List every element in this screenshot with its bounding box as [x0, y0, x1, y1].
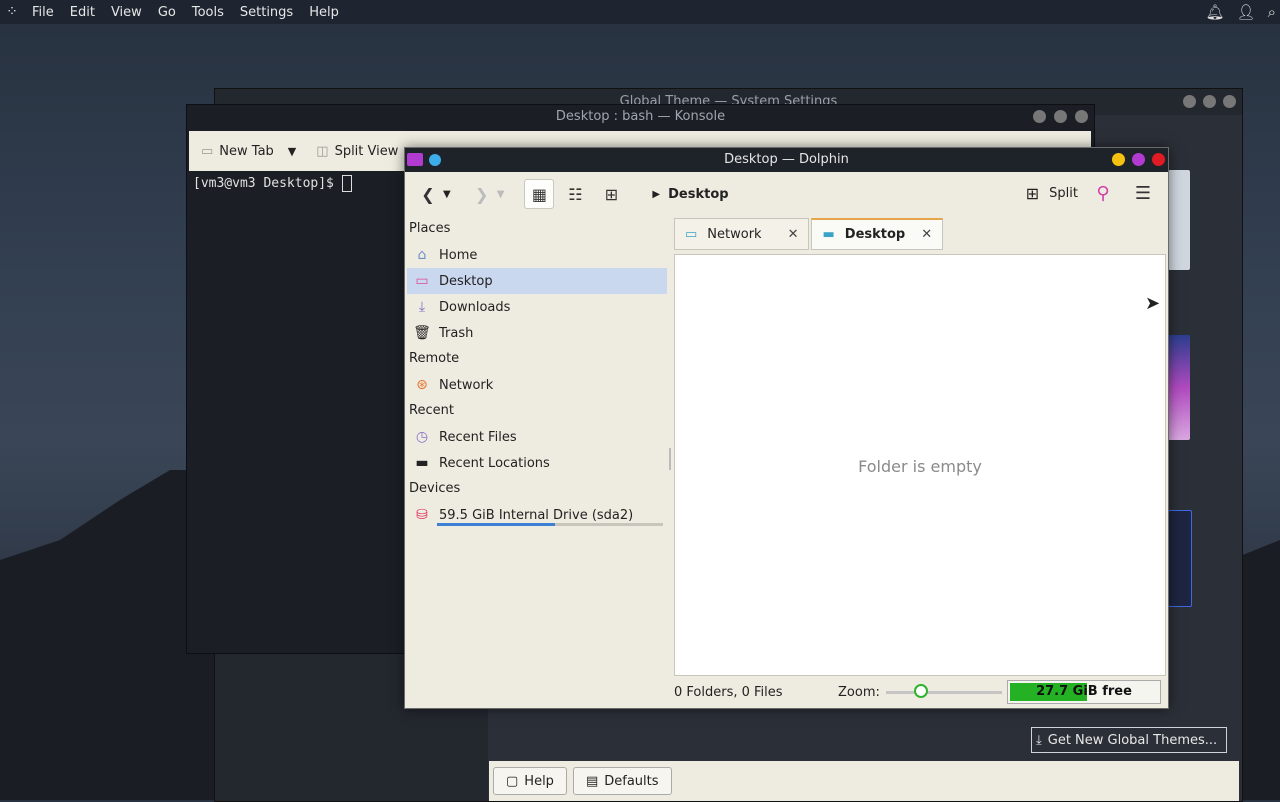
- folder-icon: ▬: [822, 227, 835, 242]
- clock-icon: ◷: [415, 429, 429, 445]
- dolphin-window: Desktop — Dolphin ❮ ▼ ❯ ▼ ▦ ☷ ⊞ ▶ Deskto…: [404, 147, 1169, 709]
- close-tab-icon[interactable]: ✕: [788, 227, 799, 242]
- forward-icon[interactable]: ❯: [467, 179, 497, 209]
- menu-tools[interactable]: Tools: [184, 5, 232, 20]
- drive-icon: ⛁: [416, 507, 428, 523]
- download-icon: ⤓: [1036, 732, 1042, 748]
- place-desktop[interactable]: ▭ Desktop: [407, 268, 667, 294]
- close-button[interactable]: [1075, 110, 1088, 123]
- dolphin-titlebar: Desktop — Dolphin: [405, 148, 1168, 172]
- minimize-button[interactable]: [1033, 110, 1046, 123]
- folder-summary: 0 Folders, 0 Files: [674, 684, 783, 700]
- icons-view-icon[interactable]: ▦: [524, 179, 555, 209]
- zoom-label: Zoom:: [838, 684, 880, 700]
- zoom-control: Zoom:: [838, 683, 1002, 700]
- breadcrumb-desktop[interactable]: Desktop: [668, 187, 728, 202]
- empty-folder-message: Folder is empty: [858, 457, 982, 476]
- place-trash[interactable]: 🗑︎ Trash: [407, 320, 667, 346]
- menu-settings[interactable]: Settings: [232, 5, 301, 20]
- free-space-indicator[interactable]: 27.7 GiB free: [1007, 680, 1161, 704]
- network-folder-icon: ▭: [685, 226, 698, 242]
- forward-history-dropdown-icon[interactable]: ▼: [497, 189, 505, 200]
- place-internal-drive[interactable]: ⛁ 59.5 GiB Internal Drive (sda2): [407, 502, 667, 528]
- drive-usage-bar: [437, 523, 663, 526]
- split-view-button[interactable]: Split View: [335, 144, 399, 159]
- tab-network[interactable]: ▭ Network ✕: [674, 218, 810, 250]
- download-icon: ⤓: [418, 299, 426, 315]
- terminal-output[interactable]: [vm3@vm3 Desktop]$: [193, 175, 352, 192]
- user-icon[interactable]: 👤︎: [1237, 3, 1256, 21]
- menu-view[interactable]: View: [103, 5, 150, 20]
- status-bar: 0 Folders, 0 Files Zoom: 27.7 GiB free: [674, 678, 1166, 706]
- theme-thumbnail[interactable]: [1168, 335, 1190, 440]
- help-button[interactable]: ▢ Help: [493, 767, 567, 795]
- split-icon: ⊞: [1025, 183, 1040, 203]
- maximize-button[interactable]: [1054, 110, 1067, 123]
- compact-view-icon[interactable]: ☷: [560, 179, 590, 209]
- tab-bar: ▭ Network ✕ ▬ Desktop ✕: [674, 218, 944, 250]
- places-panel: Places ⌂ Home ▭ Desktop ⤓ Downloads 🗑︎ T…: [407, 216, 667, 528]
- menu-go[interactable]: Go: [150, 5, 184, 20]
- window-title: Desktop : bash — Konsole: [555, 109, 726, 124]
- desktop-icon: ▭: [415, 273, 429, 289]
- place-recent-files[interactable]: ◷ Recent Files: [407, 424, 667, 450]
- mouse-pointer-icon: ➤: [1145, 293, 1161, 314]
- panel-splitter-handle[interactable]: [669, 448, 671, 470]
- theme-thumbnail[interactable]: [1168, 170, 1190, 270]
- hamburger-menu-icon[interactable]: ☰: [1128, 178, 1158, 208]
- close-tab-icon[interactable]: ✕: [921, 227, 932, 242]
- back-history-dropdown-icon[interactable]: ▼: [443, 189, 451, 200]
- zoom-slider-handle[interactable]: [913, 683, 928, 698]
- breadcrumb[interactable]: ▶ Desktop: [652, 187, 728, 202]
- place-downloads[interactable]: ⤓ Downloads: [407, 294, 667, 320]
- window-title: Desktop — Dolphin: [724, 152, 849, 167]
- tab-desktop[interactable]: ▬ Desktop ✕: [811, 218, 944, 250]
- home-icon: ⌂: [417, 247, 427, 263]
- places-header: Places: [409, 221, 451, 236]
- details-view-icon[interactable]: ⊞: [596, 179, 626, 209]
- maximize-button[interactable]: [1132, 153, 1145, 166]
- zoom-slider[interactable]: [885, 683, 1002, 698]
- breadcrumb-arrow-icon: ▶: [652, 188, 661, 200]
- document-icon: ▤: [585, 773, 599, 789]
- defaults-button[interactable]: ▤ Defaults: [572, 767, 672, 795]
- search-icon[interactable]: ⚲: [1088, 178, 1118, 208]
- menu-help[interactable]: Help: [301, 5, 347, 20]
- dolphin-app-icon[interactable]: [407, 153, 423, 166]
- minimize-button[interactable]: [1112, 153, 1125, 166]
- close-button[interactable]: [1223, 95, 1236, 108]
- notifications-icon[interactable]: 🔔︎: [1206, 3, 1225, 21]
- split-view-icon: ◫: [316, 143, 329, 159]
- help-icon: ▢: [506, 773, 519, 789]
- place-home[interactable]: ⌂ Home: [407, 242, 667, 268]
- dolphin-toolbar: ❮ ▼ ❯ ▼ ▦ ☷ ⊞ ▶ Desktop ⊞ Split ⚲ ☰: [405, 172, 1168, 216]
- place-recent-locations[interactable]: ▬ Recent Locations: [407, 450, 667, 476]
- back-icon[interactable]: ❮: [413, 179, 443, 209]
- network-icon: ⊛: [416, 377, 428, 393]
- theme-thumbnail[interactable]: [1168, 510, 1192, 607]
- file-view[interactable]: Folder is empty: [674, 254, 1166, 676]
- new-tab-icon: ▭: [201, 143, 214, 159]
- recent-header: Recent: [409, 403, 454, 418]
- search-icon[interactable]: ⌕: [1268, 3, 1276, 21]
- new-tab-button[interactable]: New Tab: [219, 144, 274, 159]
- close-button[interactable]: [1152, 153, 1165, 166]
- place-network[interactable]: ⊛ Network: [407, 372, 667, 398]
- menu-file[interactable]: File: [24, 5, 62, 20]
- get-new-themes-button[interactable]: ⤓ Get New Global Themes...: [1031, 727, 1227, 753]
- pin-icon[interactable]: [429, 154, 441, 166]
- global-menubar: ⁘ File Edit View Go Tools Settings Help …: [0, 0, 1280, 24]
- minimize-button[interactable]: [1183, 95, 1196, 108]
- split-button[interactable]: ⊞ Split: [1026, 184, 1078, 203]
- app-launcher-icon[interactable]: ⁘: [0, 4, 24, 20]
- trash-icon: 🗑︎: [413, 325, 431, 341]
- maximize-button[interactable]: [1203, 95, 1216, 108]
- folder-icon: ▬: [415, 455, 429, 471]
- devices-header: Devices: [409, 481, 461, 496]
- remote-header: Remote: [409, 351, 460, 366]
- menu-edit[interactable]: Edit: [62, 5, 103, 20]
- settings-button-bar: ▢ Help ▤ Defaults: [489, 761, 1239, 801]
- terminal-cursor: [341, 175, 352, 192]
- chevron-down-icon[interactable]: ▼: [288, 145, 296, 158]
